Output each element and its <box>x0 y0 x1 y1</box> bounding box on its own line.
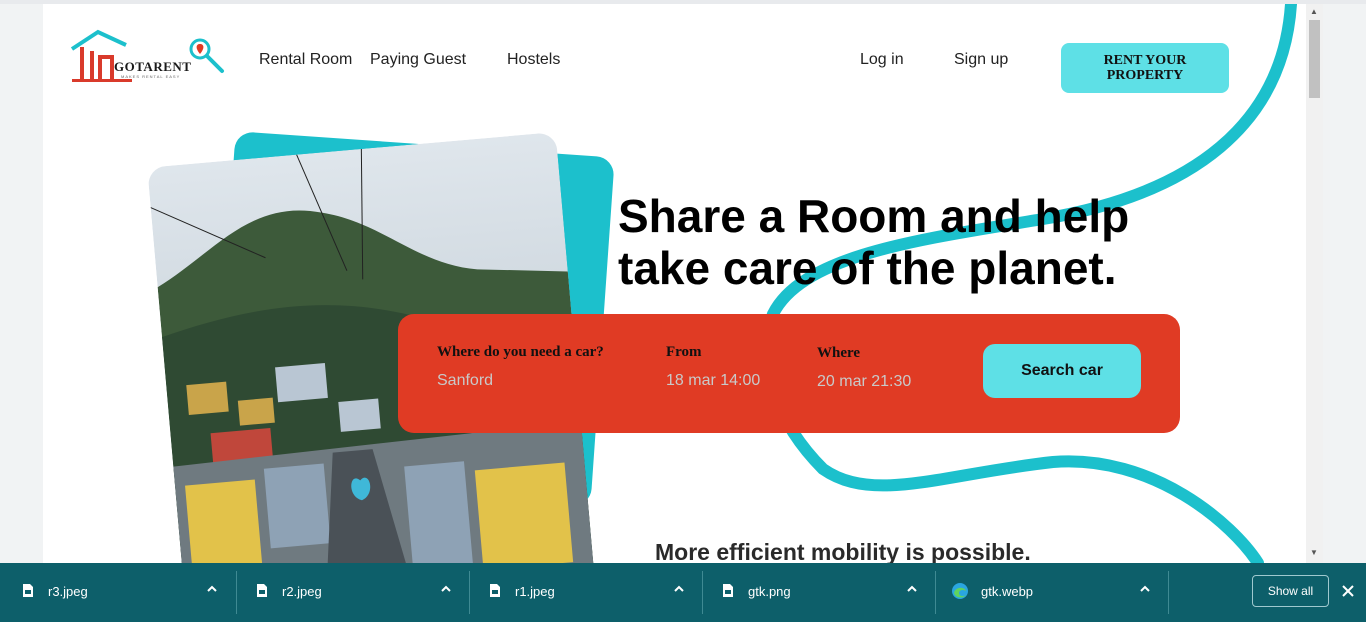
signup-link[interactable]: Sign up <box>954 51 1008 69</box>
car-search-form: Where do you need a car? Sanford From 18… <box>398 314 1180 433</box>
download-item-r3[interactable]: r3.jpeg <box>0 563 233 622</box>
field-where-value[interactable]: 20 mar 21:30 <box>817 373 911 391</box>
nav-paying-guest[interactable]: Paying Guest <box>370 51 466 69</box>
download-filename: gtk.png <box>748 584 791 599</box>
search-car-button[interactable]: Search car <box>983 344 1141 398</box>
download-filename: r2.jpeg <box>282 584 322 599</box>
headline-line2: take care of the planet. <box>618 242 1117 294</box>
download-separator <box>1168 571 1169 614</box>
file-icon <box>490 584 500 597</box>
download-item-r2[interactable]: r2.jpeg <box>234 563 467 622</box>
scroll-up-arrow-icon[interactable]: ▲ <box>1310 7 1318 16</box>
rent-your-property-button[interactable]: RENT YOUR PROPERTY <box>1061 43 1229 93</box>
chevron-up-icon[interactable] <box>905 582 919 596</box>
field-from-label: From <box>666 344 702 360</box>
logo-text: GOTARENT <box>114 59 192 74</box>
browser-viewport: GOTARENT MAKES RENTAL EASY Rental Room P… <box>0 0 1366 563</box>
hero-headline: Share a Room and help take care of the p… <box>618 190 1218 294</box>
page-scrollbar[interactable]: ▲ ▼ <box>1306 4 1323 563</box>
logo-tagline: MAKES RENTAL EASY <box>121 74 181 79</box>
download-filename: r3.jpeg <box>48 584 88 599</box>
download-bar: r3.jpeg r2.jpeg r1.jpeg gtk.png gtk.webp… <box>0 563 1366 622</box>
file-icon <box>23 584 33 597</box>
scroll-down-arrow-icon[interactable]: ▼ <box>1310 548 1318 557</box>
download-item-gtk-webp[interactable]: gtk.webp <box>933 563 1166 622</box>
chevron-up-icon[interactable] <box>439 582 453 596</box>
close-icon[interactable] <box>1339 582 1357 600</box>
download-item-r1[interactable]: r1.jpeg <box>467 563 700 622</box>
download-filename: gtk.webp <box>981 584 1034 599</box>
chevron-up-icon[interactable] <box>672 582 686 596</box>
download-item-gtk-png[interactable]: gtk.png <box>700 563 933 622</box>
mobility-subheading: More efficient mobility is possible. <box>655 539 1031 563</box>
nav-hostels[interactable]: Hostels <box>507 51 560 69</box>
rent-cta-line1: RENT YOUR <box>1103 53 1187 68</box>
show-all-downloads-button[interactable]: Show all <box>1252 575 1329 607</box>
field-from-value[interactable]: 18 mar 14:00 <box>666 372 760 390</box>
headline-line1: Share a Room and help <box>618 190 1130 242</box>
login-link[interactable]: Log in <box>860 51 904 69</box>
field-location-value[interactable]: Sanford <box>437 372 493 390</box>
download-filename: r1.jpeg <box>515 584 555 599</box>
chevron-up-icon[interactable] <box>205 582 219 596</box>
file-icon <box>257 584 267 597</box>
chevron-up-icon[interactable] <box>1138 582 1152 596</box>
field-location-label: Where do you need a car? <box>437 344 604 360</box>
web-page: GOTARENT MAKES RENTAL EASY Rental Room P… <box>43 4 1306 563</box>
nav-rental-room[interactable]: Rental Room <box>259 51 352 69</box>
edge-icon <box>952 583 968 599</box>
scroll-thumb[interactable] <box>1309 20 1320 98</box>
rent-cta-line2: PROPERTY <box>1106 68 1184 83</box>
file-icon <box>723 584 733 597</box>
field-where-label: Where <box>817 345 861 361</box>
